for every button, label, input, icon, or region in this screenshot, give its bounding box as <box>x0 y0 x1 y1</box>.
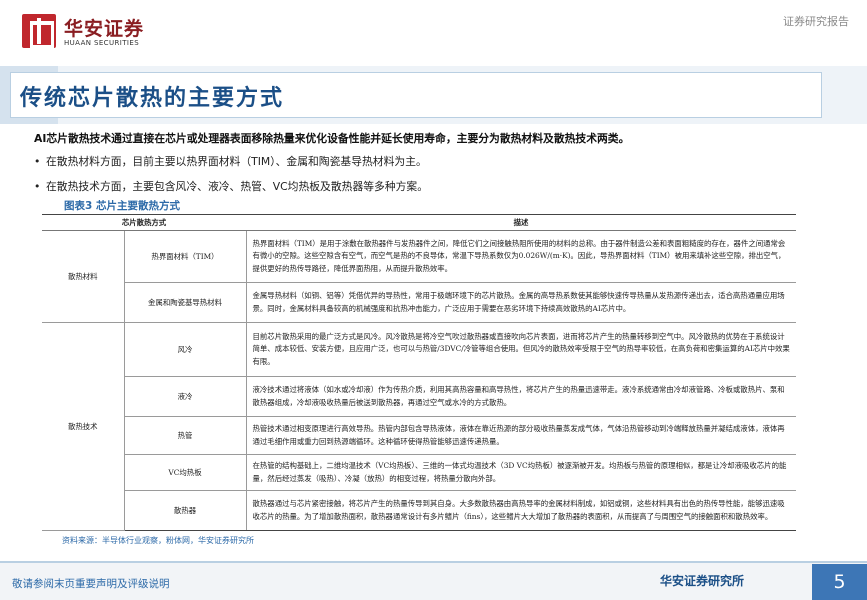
group-materials: 散热材料 <box>42 230 124 323</box>
bullet-dot: • <box>34 180 41 193</box>
method-name: 金属和陶瓷基导热材料 <box>123 282 247 323</box>
source-note: 资料来源：半导体行业观察，粉体网，华安证券研究所 <box>62 536 254 545</box>
figure-title: 图表3 芯片主要散热方式 <box>64 200 180 212</box>
lead-paragraph: AI芯片散热技术通过直接在芯片或处理器表面移除热量来优化设备性能并延长使用寿命，… <box>34 132 630 145</box>
logo-mark-icon <box>22 14 56 48</box>
bullet-text: 在散热材料方面，目前主要以热界面材料（TIM）、金属和陶瓷基导热材料为主。 <box>46 155 427 168</box>
method-description: 热界面材料（TIM）是用于涂敷在散热器件与发热器件之间，降低它们之间接触热阻所使… <box>245 230 797 283</box>
institute-name: 华安证券研究所 <box>660 574 745 588</box>
disclaimer-link[interactable]: 敬请参阅末页重要声明及评级说明 <box>12 576 170 591</box>
method-description: 液冷技术通过将液体（如水或冷却液）作为传热介质，利用其高热容量和高导热性，将芯片… <box>245 376 797 417</box>
method-name: 热管 <box>123 416 247 455</box>
cooling-methods-table: 芯片散热方式 描述 散热材料 热界面材料（TIM） 热界面材料（TIM）是用于涂… <box>42 214 797 532</box>
bullet-text: 在散热技术方面，主要包含风冷、液冷、热管、VC均热板及散热器等多种方案。 <box>46 180 429 193</box>
header-description: 描述 <box>246 214 797 231</box>
method-name: 热界面材料（TIM） <box>123 230 247 283</box>
method-name: 液冷 <box>123 376 247 417</box>
company-logo: 华安证券 HUAAN SECURITIES <box>22 12 162 52</box>
method-name: VC均热板 <box>123 454 247 491</box>
logo-chinese-name: 华安证券 <box>64 18 145 40</box>
table-row: 散热材料 热界面材料（TIM） 热界面材料（TIM）是用于涂敷在散热器件与发热器… <box>42 230 797 323</box>
logo-english-name: HUAAN SECURITIES <box>64 39 140 47</box>
bullet-techniques: • 在散热技术方面，主要包含风冷、液冷、热管、VC均热板及散热器等多种方案。 <box>34 178 834 194</box>
table-row: 散热器 散热器通过与芯片紧密接触，将芯片产生的热量传导到其自身。大多数散热器由高… <box>42 490 797 531</box>
method-description: 目前芯片散热采用的最广泛方式是风冷。风冷散热是将冷空气吹过散热器或直接吹向芯片表… <box>245 322 797 377</box>
bullet-dot: • <box>34 155 41 168</box>
page-number: 5 <box>812 564 867 600</box>
method-name: 散热器 <box>123 490 247 531</box>
table-row: 散热技术 风冷 目前芯片散热采用的最广泛方式是风冷。风冷散热是将冷空气吹过散热器… <box>42 322 797 531</box>
page-title: 传统芯片散热的主要方式 <box>20 85 285 111</box>
table-row: 液冷 液冷技术通过将液体（如水或冷却液）作为传热介质，利用其高热容量和高导热性，… <box>42 376 797 417</box>
report-type-label: 证券研究报告 <box>783 15 849 28</box>
method-description: 热管技术通过相变原理进行高效导热。热管内部包含导热液体，液体在靠近热源的部分吸收… <box>245 416 797 455</box>
method-name: 风冷 <box>123 322 247 377</box>
table-row: 热管 热管技术通过相变原理进行高效导热。热管内部包含导热液体，液体在靠近热源的部… <box>42 416 797 455</box>
table-row: 金属和陶瓷基导热材料 金属导热材料（如铜、铝等）凭借优异的导热性，常用于极端环境… <box>42 282 797 323</box>
method-description: 散热器通过与芯片紧密接触，将芯片产生的热量传导到其自身。大多数散热器由高热导率的… <box>245 490 797 531</box>
bullet-materials: • 在散热材料方面，目前主要以热界面材料（TIM）、金属和陶瓷基导热材料为主。 <box>34 153 834 169</box>
table-row: VC均热板 在热管的结构基础上，二维均温技术（VC均热板）、三维的一体式均温技术… <box>42 454 797 491</box>
method-description: 在热管的结构基础上，二维均温技术（VC均热板）、三维的一体式均温技术（3D VC… <box>245 454 797 491</box>
table-header-row: 芯片散热方式 描述 <box>42 214 797 231</box>
method-description: 金属导热材料（如铜、铝等）凭借优异的导热性，常用于极端环境下的芯片散热。金属的高… <box>245 282 797 323</box>
footer-divider <box>0 561 867 563</box>
header-cooling-method: 芯片散热方式 <box>42 214 247 231</box>
group-techniques: 散热技术 <box>42 322 124 531</box>
